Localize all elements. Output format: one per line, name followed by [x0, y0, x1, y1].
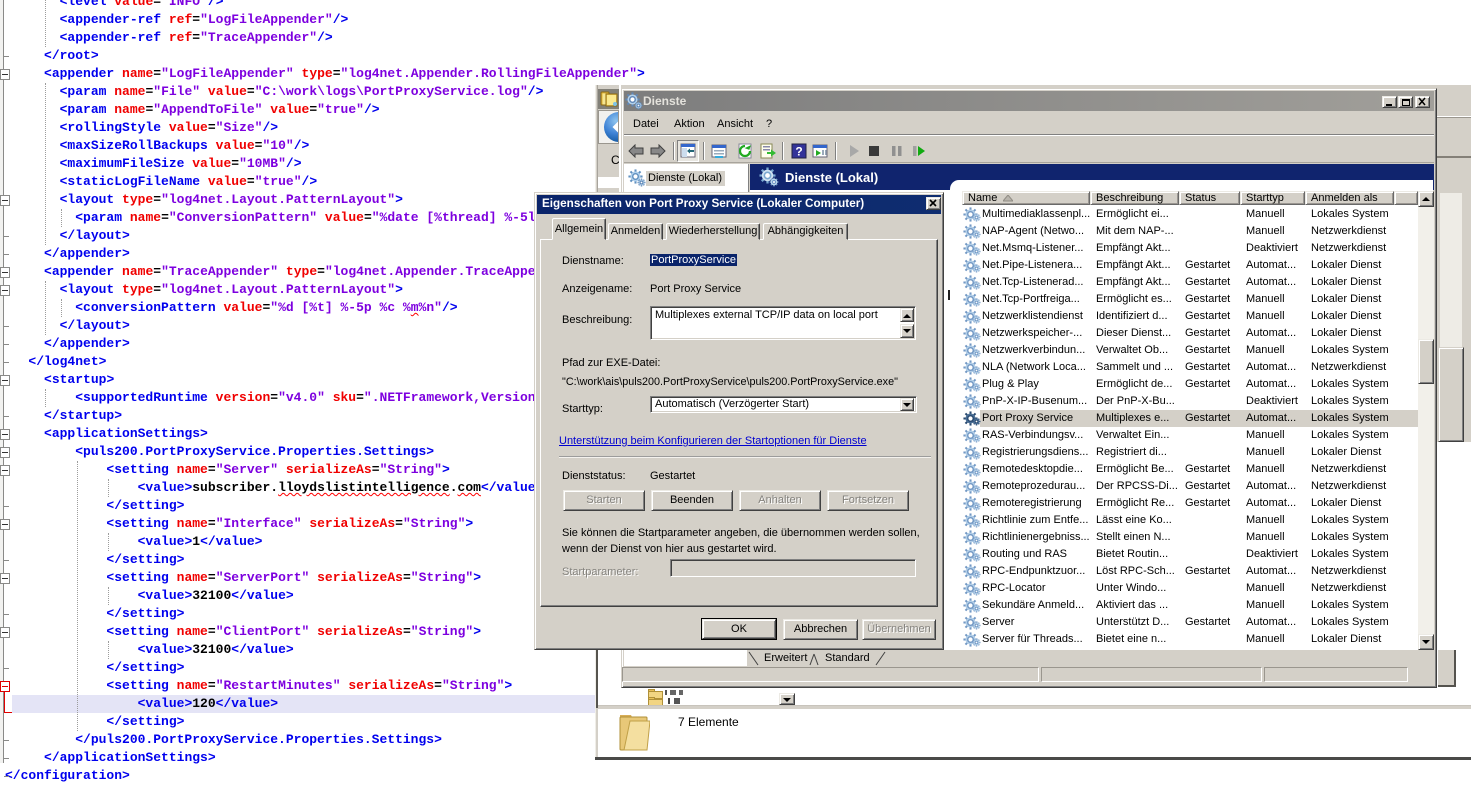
svg-text:?: ?	[795, 145, 802, 159]
